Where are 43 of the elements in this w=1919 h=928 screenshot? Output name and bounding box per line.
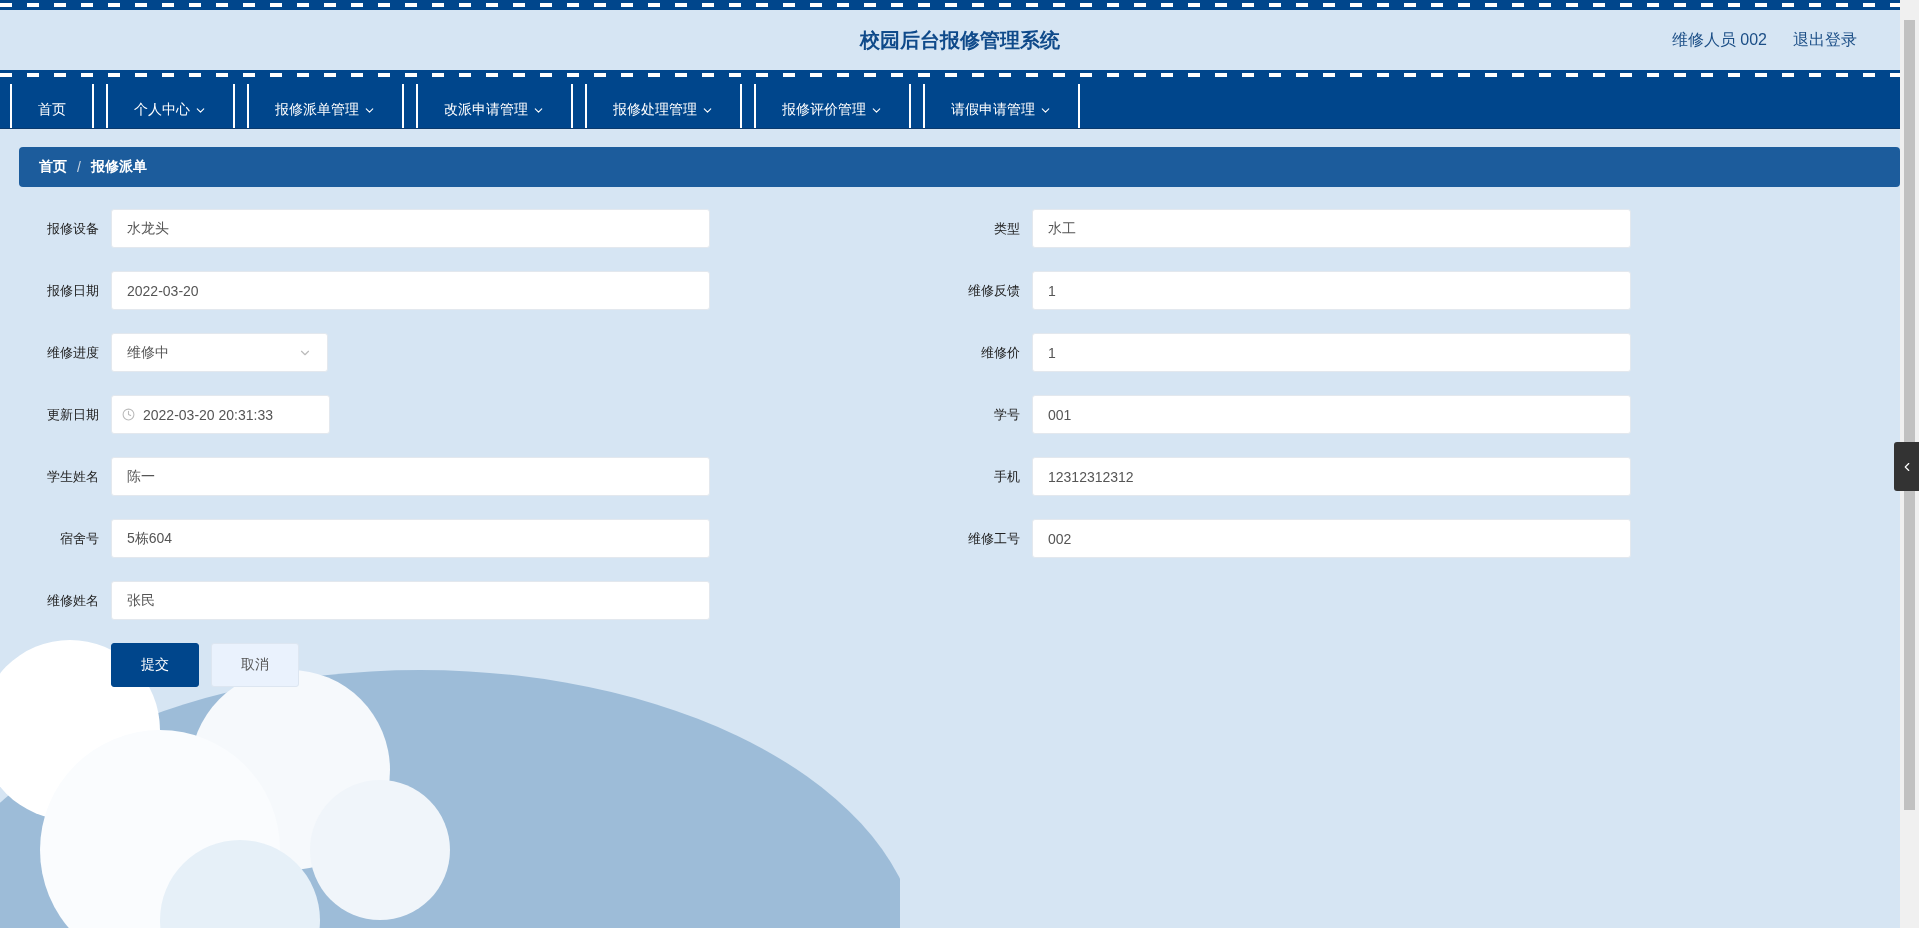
input-field[interactable]: 2022-03-20 bbox=[111, 271, 710, 310]
nav-tab[interactable]: 报修评价管理 bbox=[754, 84, 911, 128]
input-field[interactable]: 水龙头 bbox=[111, 209, 710, 248]
field-label: 维修姓名 bbox=[46, 591, 100, 610]
field-label: 维修工号 bbox=[967, 529, 1021, 548]
input-field[interactable]: 002 bbox=[1032, 519, 1631, 558]
breadcrumb-item: 报修派单 bbox=[90, 158, 147, 176]
app-title: 校园后台报修管理系统 bbox=[859, 27, 1060, 53]
scrollbar[interactable] bbox=[1900, 0, 1919, 928]
field-label: 报修日期 bbox=[46, 281, 100, 300]
input-field[interactable]: 1 bbox=[1032, 271, 1631, 310]
input-field[interactable]: 张民 bbox=[111, 581, 710, 620]
field-label: 维修进度 bbox=[46, 343, 100, 362]
input-field[interactable]: 001 bbox=[1032, 395, 1631, 434]
nav-tab[interactable]: 改派申请管理 bbox=[416, 84, 573, 128]
submit-button[interactable]: 提交 bbox=[111, 643, 199, 687]
field-label: 维修价 bbox=[980, 343, 1021, 362]
logout-link[interactable]: 退出登录 bbox=[1793, 29, 1857, 51]
field-label: 维修反馈 bbox=[967, 281, 1021, 300]
nav-tab[interactable]: 报修派单管理 bbox=[247, 84, 404, 128]
nav-tab[interactable]: 报修处理管理 bbox=[585, 84, 742, 128]
field-label: 学号 bbox=[993, 405, 1021, 424]
input-field[interactable]: 陈一 bbox=[111, 457, 710, 496]
datetime-field[interactable]: 2022-03-20 20:31:33 bbox=[111, 395, 330, 434]
field-label: 学生姓名 bbox=[46, 467, 100, 486]
breadcrumb-item[interactable]: 首页 bbox=[39, 158, 67, 176]
cancel-button[interactable]: 取消 bbox=[211, 643, 299, 687]
input-field[interactable]: 水工 bbox=[1032, 209, 1631, 248]
field-label: 报修设备 bbox=[46, 219, 100, 238]
breadcrumb-separator: / bbox=[77, 159, 81, 175]
clock-icon bbox=[122, 408, 135, 421]
nav-tab[interactable]: 个人中心 bbox=[106, 84, 235, 128]
field-label: 更新日期 bbox=[46, 405, 100, 424]
field-label: 类型 bbox=[993, 219, 1021, 238]
field-label: 手机 bbox=[993, 467, 1021, 486]
user-name: 维修人员 002 bbox=[1671, 29, 1767, 50]
input-field[interactable]: 5栋604 bbox=[111, 519, 710, 558]
field-label: 宿舍号 bbox=[59, 529, 100, 548]
nav-tab[interactable]: 首页 bbox=[10, 84, 94, 128]
nav-tab[interactable]: 请假申请管理 bbox=[923, 84, 1080, 128]
select-field[interactable]: 维修中 bbox=[111, 333, 328, 372]
input-field[interactable]: 12312312312 bbox=[1032, 457, 1631, 496]
input-field[interactable]: 1 bbox=[1032, 333, 1631, 372]
